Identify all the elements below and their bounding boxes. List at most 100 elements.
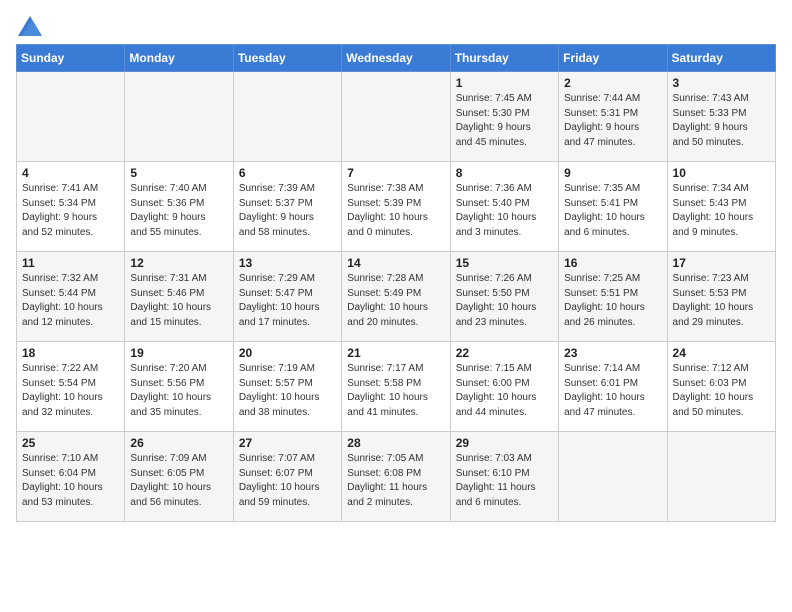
day-header-thursday: Thursday — [450, 45, 558, 72]
day-number: 24 — [673, 346, 770, 360]
day-info: Sunrise: 7:14 AMSunset: 6:01 PMDaylight:… — [564, 362, 661, 420]
day-info: Sunrise: 7:19 AMSunset: 5:57 PMDaylight:… — [239, 362, 336, 420]
calendar-cell: 27 Sunrise: 7:07 AMSunset: 6:07 PMDayligh… — [233, 432, 341, 522]
calendar-cell — [667, 432, 775, 522]
day-info: Sunrise: 7:34 AMSunset: 5:43 PMDaylight:… — [673, 182, 770, 240]
day-info: Sunrise: 7:29 AMSunset: 5:47 PMDaylight:… — [239, 272, 336, 330]
day-info: Sunrise: 7:10 AMSunset: 6:04 PMDaylight:… — [22, 452, 119, 510]
day-info: Sunrise: 7:07 AMSunset: 6:07 PMDaylight:… — [239, 452, 336, 510]
day-header-friday: Friday — [559, 45, 667, 72]
day-header-wednesday: Wednesday — [342, 45, 450, 72]
calendar-cell: 7 Sunrise: 7:38 AMSunset: 5:39 PMDaylight… — [342, 162, 450, 252]
calendar-cell: 14 Sunrise: 7:28 AMSunset: 5:49 PMDayligh… — [342, 252, 450, 342]
day-header-monday: Monday — [125, 45, 233, 72]
day-number: 4 — [22, 166, 119, 180]
day-info: Sunrise: 7:20 AMSunset: 5:56 PMDaylight:… — [130, 362, 227, 420]
day-number: 11 — [22, 256, 119, 270]
calendar-cell — [233, 72, 341, 162]
calendar-week-2: 4 Sunrise: 7:41 AMSunset: 5:34 PMDaylight… — [17, 162, 776, 252]
calendar-cell: 12 Sunrise: 7:31 AMSunset: 5:46 PMDayligh… — [125, 252, 233, 342]
day-info: Sunrise: 7:12 AMSunset: 6:03 PMDaylight:… — [673, 362, 770, 420]
day-info: Sunrise: 7:05 AMSunset: 6:08 PMDaylight:… — [347, 452, 444, 510]
day-info: Sunrise: 7:22 AMSunset: 5:54 PMDaylight:… — [22, 362, 119, 420]
day-number: 27 — [239, 436, 336, 450]
calendar-cell: 11 Sunrise: 7:32 AMSunset: 5:44 PMDayligh… — [17, 252, 125, 342]
calendar-cell: 5 Sunrise: 7:40 AMSunset: 5:36 PMDaylight… — [125, 162, 233, 252]
day-info: Sunrise: 7:03 AMSunset: 6:10 PMDaylight:… — [456, 452, 553, 510]
day-number: 29 — [456, 436, 553, 450]
calendar-cell — [125, 72, 233, 162]
day-number: 20 — [239, 346, 336, 360]
calendar-cell: 13Sunrise: 7:29 AMSunset: 5:47 PMDayligh… — [233, 252, 341, 342]
day-number: 15 — [456, 256, 553, 270]
day-info: Sunrise: 7:38 AMSunset: 5:39 PMDaylight:… — [347, 182, 444, 240]
calendar-cell: 29 Sunrise: 7:03 AMSunset: 6:10 PMDayligh… — [450, 432, 558, 522]
day-number: 16 — [564, 256, 661, 270]
day-info: Sunrise: 7:31 AMSunset: 5:46 PMDaylight:… — [130, 272, 227, 330]
day-info: Sunrise: 7:09 AMSunset: 6:05 PMDaylight:… — [130, 452, 227, 510]
day-info: Sunrise: 7:23 AMSunset: 5:53 PMDaylight:… — [673, 272, 770, 330]
day-number: 6 — [239, 166, 336, 180]
day-info: Sunrise: 7:35 AMSunset: 5:41 PMDaylight:… — [564, 182, 661, 240]
calendar-table: SundayMondayTuesdayWednesdayThursdayFrid… — [16, 44, 776, 522]
day-number: 12 — [130, 256, 227, 270]
calendar-week-3: 11 Sunrise: 7:32 AMSunset: 5:44 PMDayligh… — [17, 252, 776, 342]
calendar-cell: 23 Sunrise: 7:14 AMSunset: 6:01 PMDayligh… — [559, 342, 667, 432]
day-info: Sunrise: 7:28 AMSunset: 5:49 PMDaylight:… — [347, 272, 444, 330]
calendar-cell: 4 Sunrise: 7:41 AMSunset: 5:34 PMDaylight… — [17, 162, 125, 252]
day-number: 8 — [456, 166, 553, 180]
calendar-cell: 9Sunrise: 7:35 AMSunset: 5:41 PMDaylight… — [559, 162, 667, 252]
day-number: 21 — [347, 346, 444, 360]
day-info: Sunrise: 7:40 AMSunset: 5:36 PMDaylight:… — [130, 182, 227, 240]
day-number: 1 — [456, 76, 553, 90]
calendar-week-5: 25Sunrise: 7:10 AMSunset: 6:04 PMDayligh… — [17, 432, 776, 522]
calendar-cell: 26 Sunrise: 7:09 AMSunset: 6:05 PMDayligh… — [125, 432, 233, 522]
calendar-cell: 24 Sunrise: 7:12 AMSunset: 6:03 PMDayligh… — [667, 342, 775, 432]
day-info: Sunrise: 7:25 AMSunset: 5:51 PMDaylight:… — [564, 272, 661, 330]
day-info: Sunrise: 7:36 AMSunset: 5:40 PMDaylight:… — [456, 182, 553, 240]
calendar-cell: 8 Sunrise: 7:36 AMSunset: 5:40 PMDaylight… — [450, 162, 558, 252]
calendar-cell — [559, 432, 667, 522]
calendar-cell: 17 Sunrise: 7:23 AMSunset: 5:53 PMDayligh… — [667, 252, 775, 342]
day-info: Sunrise: 7:26 AMSunset: 5:50 PMDaylight:… — [456, 272, 553, 330]
page-header — [16, 16, 776, 36]
day-header-saturday: Saturday — [667, 45, 775, 72]
day-number: 18 — [22, 346, 119, 360]
day-number: 28 — [347, 436, 444, 450]
calendar-cell: 1 Sunrise: 7:45 AMSunset: 5:30 PMDaylight… — [450, 72, 558, 162]
day-info: Sunrise: 7:32 AMSunset: 5:44 PMDaylight:… — [22, 272, 119, 330]
day-number: 19 — [130, 346, 227, 360]
day-number: 2 — [564, 76, 661, 90]
calendar-cell — [17, 72, 125, 162]
day-number: 26 — [130, 436, 227, 450]
day-info: Sunrise: 7:44 AMSunset: 5:31 PMDaylight:… — [564, 92, 661, 150]
day-info: Sunrise: 7:45 AMSunset: 5:30 PMDaylight:… — [456, 92, 553, 150]
calendar-header-row: SundayMondayTuesdayWednesdayThursdayFrid… — [17, 45, 776, 72]
day-number: 23 — [564, 346, 661, 360]
logo-icon — [18, 16, 42, 36]
day-info: Sunrise: 7:39 AMSunset: 5:37 PMDaylight:… — [239, 182, 336, 240]
day-number: 14 — [347, 256, 444, 270]
calendar-cell: 28 Sunrise: 7:05 AMSunset: 6:08 PMDayligh… — [342, 432, 450, 522]
calendar-cell: 22Sunrise: 7:15 AMSunset: 6:00 PMDayligh… — [450, 342, 558, 432]
day-info: Sunrise: 7:17 AMSunset: 5:58 PMDaylight:… — [347, 362, 444, 420]
day-header-sunday: Sunday — [17, 45, 125, 72]
calendar-cell: 25Sunrise: 7:10 AMSunset: 6:04 PMDayligh… — [17, 432, 125, 522]
calendar-cell: 6 Sunrise: 7:39 AMSunset: 5:37 PMDaylight… — [233, 162, 341, 252]
calendar-cell: 19 Sunrise: 7:20 AMSunset: 5:56 PMDayligh… — [125, 342, 233, 432]
day-number: 5 — [130, 166, 227, 180]
day-info: Sunrise: 7:15 AMSunset: 6:00 PMDaylight:… — [456, 362, 553, 420]
calendar-cell: 18 Sunrise: 7:22 AMSunset: 5:54 PMDayligh… — [17, 342, 125, 432]
day-number: 17 — [673, 256, 770, 270]
calendar-cell: 3Sunrise: 7:43 AMSunset: 5:33 PMDaylight… — [667, 72, 775, 162]
calendar-cell: 21 Sunrise: 7:17 AMSunset: 5:58 PMDayligh… — [342, 342, 450, 432]
day-number: 10 — [673, 166, 770, 180]
day-number: 7 — [347, 166, 444, 180]
calendar-cell: 2 Sunrise: 7:44 AMSunset: 5:31 PMDaylight… — [559, 72, 667, 162]
day-info: Sunrise: 7:43 AMSunset: 5:33 PMDaylight:… — [673, 92, 770, 150]
day-info: Sunrise: 7:41 AMSunset: 5:34 PMDaylight:… — [22, 182, 119, 240]
calendar-cell: 20 Sunrise: 7:19 AMSunset: 5:57 PMDayligh… — [233, 342, 341, 432]
calendar-cell: 10 Sunrise: 7:34 AMSunset: 5:43 PMDayligh… — [667, 162, 775, 252]
logo — [16, 16, 44, 36]
calendar-week-1: 1 Sunrise: 7:45 AMSunset: 5:30 PMDaylight… — [17, 72, 776, 162]
